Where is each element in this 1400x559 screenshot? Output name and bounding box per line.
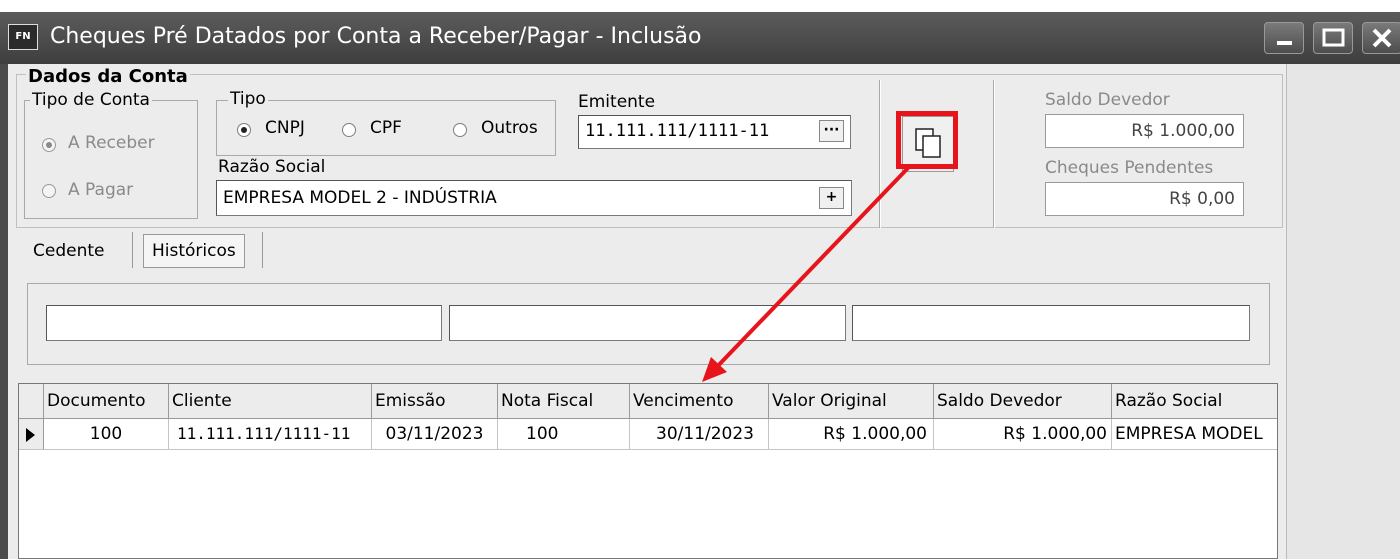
annotation-arrow — [702, 166, 910, 382]
